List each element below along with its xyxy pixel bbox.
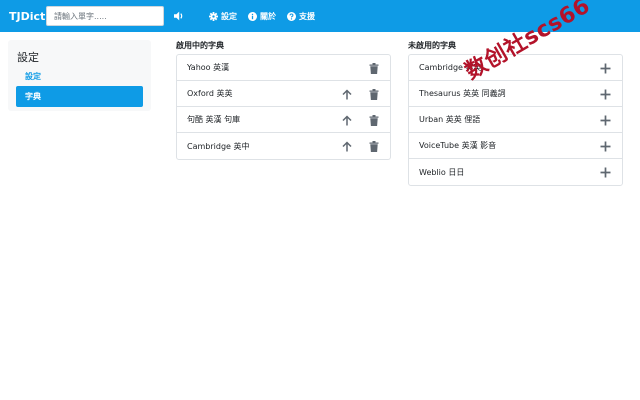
list-item: 句酷 英漢 句庫 (177, 107, 390, 133)
sidebar-title: 設定 (17, 51, 39, 64)
list-item: Yahoo 英漢 (177, 55, 390, 81)
speaker-icon[interactable] (173, 10, 185, 22)
enabled-dictionaries-title: 啟用中的字典 (176, 41, 224, 50)
nav-about[interactable]: 關於 (248, 11, 276, 22)
top-nav: 設定 關於 支援 (209, 11, 326, 22)
arrow-up-icon[interactable] (340, 139, 354, 153)
sidebar: 設定 設定 字典 (8, 40, 151, 111)
nav-settings-label: 設定 (221, 11, 237, 21)
app-title[interactable]: TJDict (9, 10, 46, 23)
dictionary-name: Cambridge 英中 (187, 141, 250, 151)
disabled-dictionaries-title: 未啟用的字典 (408, 41, 456, 50)
dictionary-name: Urban 英英 俚語 (419, 115, 481, 124)
trash-icon[interactable] (367, 87, 381, 101)
nav-about-label: 關於 (260, 11, 276, 21)
dictionary-name: Oxford 英英 (187, 89, 233, 98)
list-item: Oxford 英英 (177, 81, 390, 107)
dictionary-name: 句酷 英漢 句庫 (187, 115, 241, 124)
nav-support[interactable]: 支援 (287, 11, 315, 22)
arrow-up-icon[interactable] (340, 87, 354, 101)
plus-icon[interactable] (598, 113, 612, 127)
enabled-dictionary-list: Yahoo 英漢 Oxford 英英 句酷 英漢 句庫 Cambridge 英中 (176, 54, 391, 160)
dictionary-name: VoiceTube 英漢 影音 (419, 141, 497, 150)
arrow-up-icon[interactable] (340, 113, 354, 127)
nav-support-label: 支援 (299, 11, 315, 21)
info-icon (248, 11, 257, 21)
list-item: Cambridge 英中 (177, 133, 390, 159)
plus-icon[interactable] (598, 165, 612, 179)
gear-icon (209, 11, 218, 21)
dictionary-name: Thesaurus 英英 同義詞 (419, 89, 506, 98)
plus-icon[interactable] (598, 139, 612, 153)
sidebar-item-settings[interactable]: 設定 (25, 71, 41, 82)
sidebar-item-dictionaries[interactable]: 字典 (16, 86, 143, 107)
trash-icon[interactable] (367, 113, 381, 127)
nav-settings[interactable]: 設定 (209, 11, 237, 22)
list-item: Weblio 日日 (409, 159, 622, 185)
trash-icon[interactable] (367, 61, 381, 75)
disabled-dictionary-list: Cambridge 英英 Thesaurus 英英 同義詞 Urban 英英 俚… (408, 54, 623, 186)
list-item: Urban 英英 俚語 (409, 107, 622, 133)
plus-icon[interactable] (598, 87, 612, 101)
search-input[interactable] (46, 6, 164, 26)
list-item: VoiceTube 英漢 影音 (409, 133, 622, 159)
list-item: Thesaurus 英英 同義詞 (409, 81, 622, 107)
dictionary-name: Yahoo 英漢 (187, 63, 230, 72)
dictionary-name: Weblio 日日 (419, 167, 465, 177)
trash-icon[interactable] (367, 139, 381, 153)
plus-icon[interactable] (598, 61, 612, 75)
question-icon (287, 11, 296, 21)
